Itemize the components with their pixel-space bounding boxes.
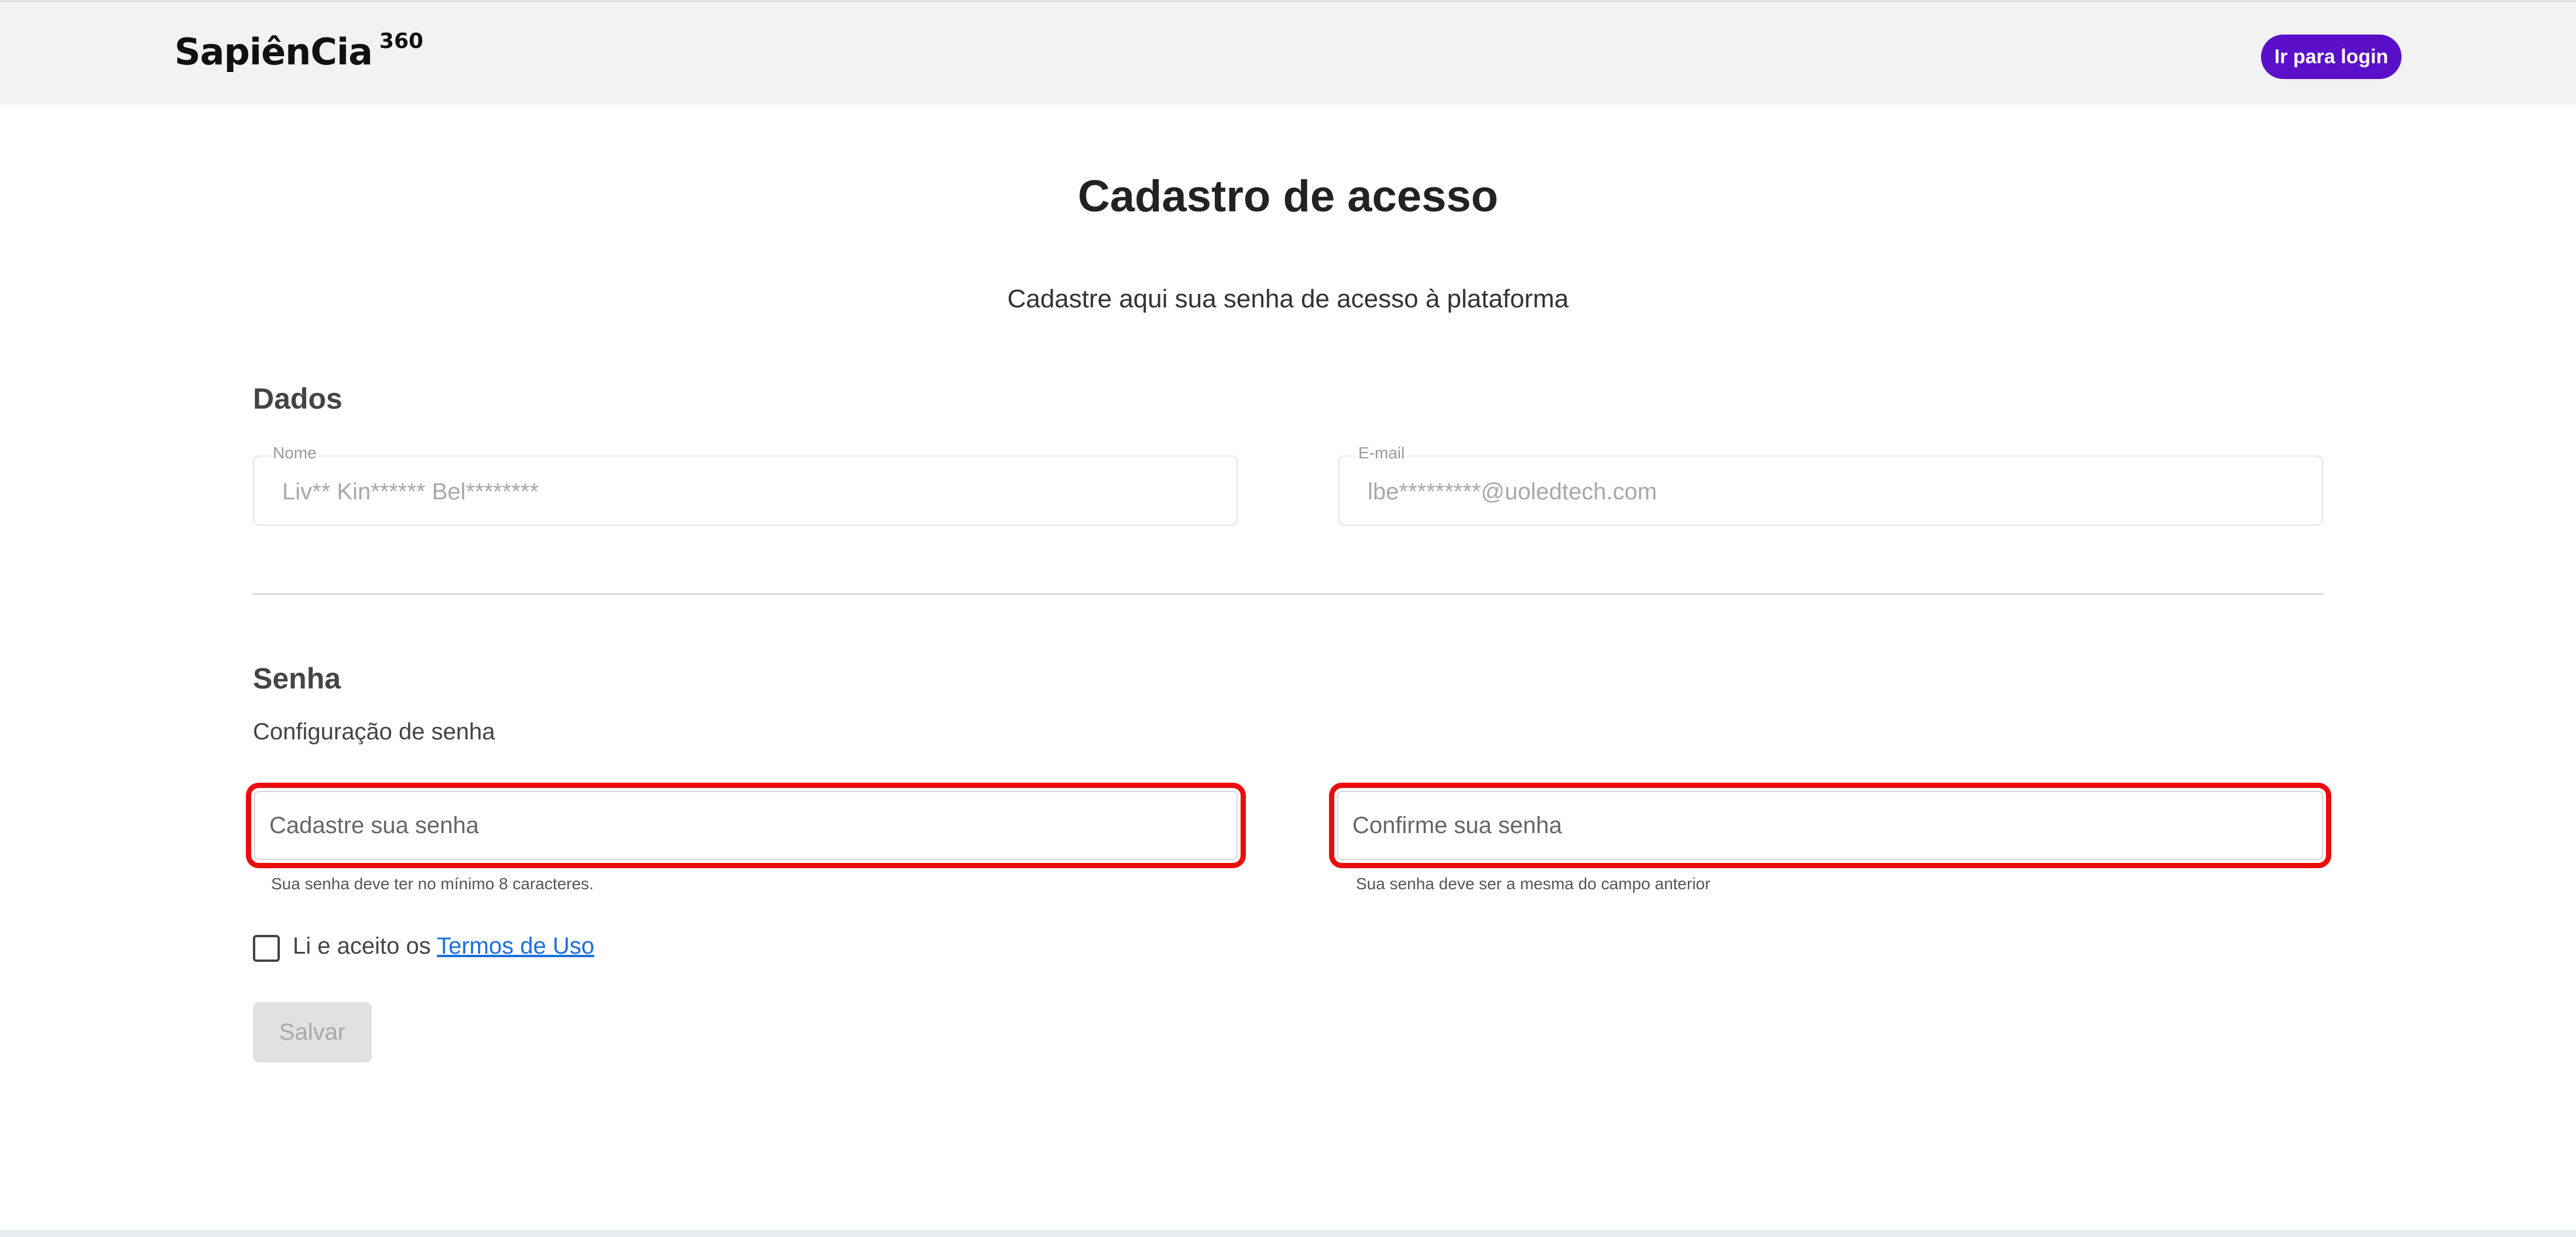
terms-checkbox[interactable] — [253, 935, 280, 962]
email-field-label: E-mail — [1356, 444, 1407, 462]
password-field-highlight — [246, 783, 1246, 868]
top-bar: SapiênCia 360 Ir para login — [0, 0, 2576, 104]
password-input[interactable] — [254, 791, 1238, 860]
password-hint: Sua senha deve ter no mínimo 8 caractere… — [271, 875, 594, 893]
name-field: Nome Liv** Kin****** Bel******** — [253, 444, 1238, 526]
section-title-senha: Senha — [253, 662, 341, 695]
bottom-edge — [0, 1230, 2576, 1237]
confirm-password-input[interactable] — [1337, 791, 2323, 860]
confirm-password-hint: Sua senha deve ser a mesma do campo ante… — [1356, 875, 1711, 893]
terms-prefix: Li e aceito os — [293, 933, 431, 959]
name-field-value: Liv** Kin****** Bel******** — [282, 479, 539, 505]
confirm-password-field-highlight — [1329, 783, 2331, 868]
brand-logo[interactable]: SapiênCia 360 — [174, 29, 423, 73]
logo-text: SapiênCia — [174, 30, 373, 73]
section-title-dados: Dados — [253, 382, 342, 415]
email-field-value: lbe*********@uoledtech.com — [1368, 479, 1657, 505]
go-to-login-button[interactable]: Ir para login — [2261, 35, 2402, 79]
logo-suffix: 360 — [379, 29, 424, 53]
terms-label: Li e aceito os Termos de Uso — [293, 933, 594, 960]
page-title: Cadastro de acesso — [1077, 172, 1499, 221]
name-field-label: Nome — [270, 444, 319, 462]
save-button[interactable]: Salvar — [253, 1002, 372, 1063]
page-subtitle: Cadastre aqui sua senha de acesso à plat… — [1007, 285, 1569, 313]
terms-of-use-link[interactable]: Termos de Uso — [437, 933, 594, 959]
section-divider — [253, 593, 2323, 595]
password-config-label: Configuração de senha — [253, 719, 495, 745]
email-field: E-mail lbe*********@uoledtech.com — [1338, 444, 2323, 526]
